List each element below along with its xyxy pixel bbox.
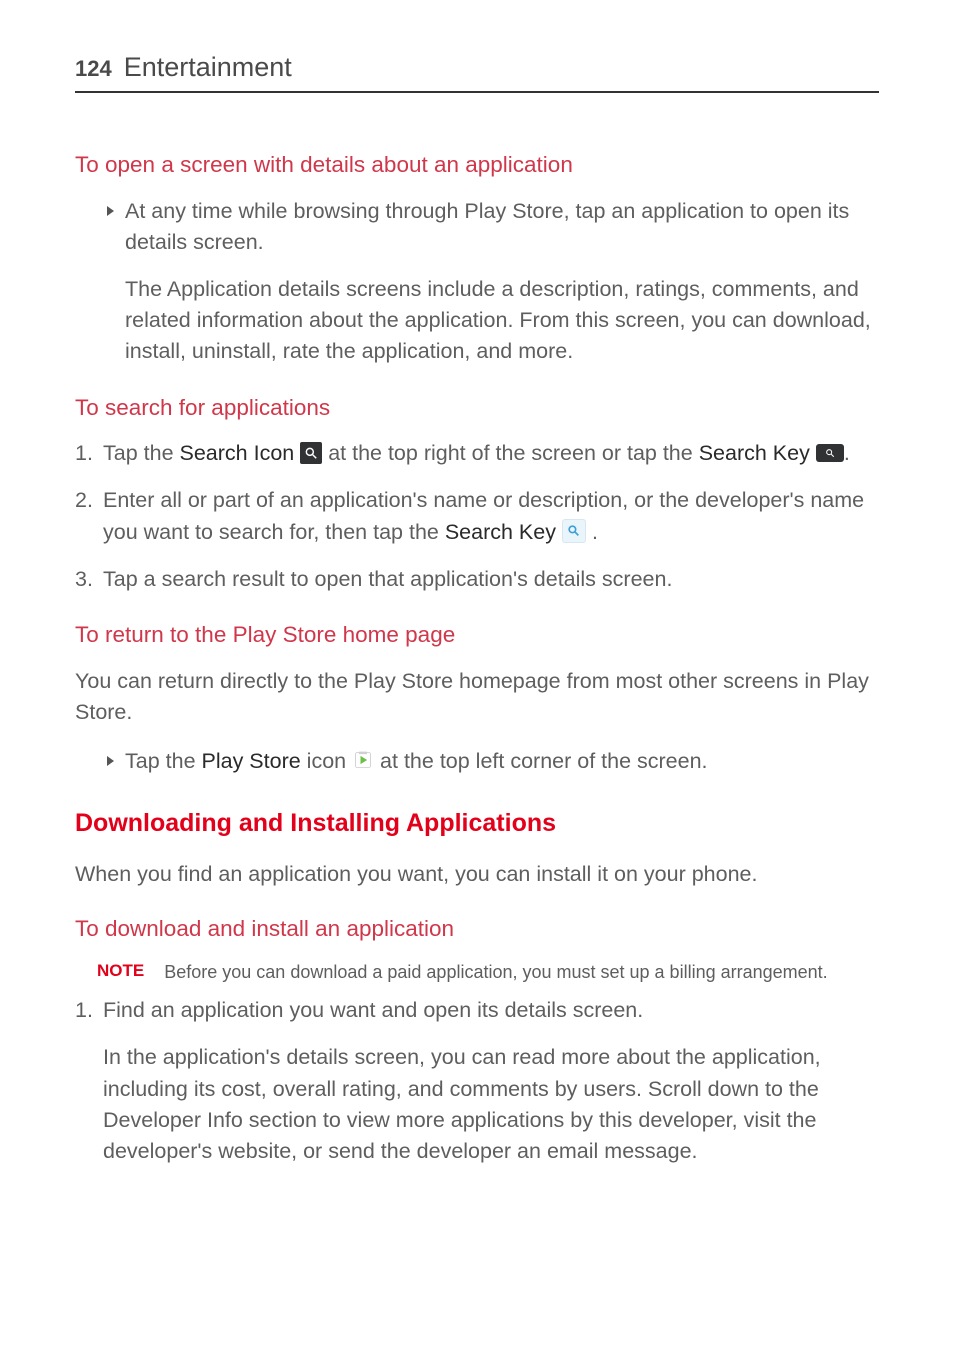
bullet-text: Tap the — [125, 749, 202, 773]
bullet-return-home: Tap the Play Store icon at the top left … — [75, 746, 879, 777]
note-text: Before you can download a paid applicati… — [164, 959, 827, 985]
label-search-key: Search Key — [445, 520, 556, 544]
label-search-icon: Search Icon — [180, 441, 295, 465]
label-search-key: Search Key — [699, 441, 810, 465]
note-row: NOTE Before you can download a paid appl… — [75, 959, 879, 985]
bullet-text: icon — [301, 749, 352, 773]
bullet-text: At any time while browsing through Play … — [125, 199, 849, 254]
bullet-text: at the top left corner of the screen. — [374, 749, 707, 773]
heading-search-apps: To search for applications — [75, 392, 879, 425]
search-step-1: 1. Tap the Search Icon at the top right … — [75, 438, 879, 469]
step-text: at the top right of the screen or tap th… — [322, 441, 698, 465]
heading-downloading-installing: Downloading and Installing Applications — [75, 805, 879, 841]
step-text: Tap a search result to open that applica… — [103, 567, 672, 591]
step-number: 1. — [75, 995, 93, 1026]
search-step-3: 3. Tap a search result to open that appl… — [75, 564, 879, 595]
step-text: Tap the — [103, 441, 180, 465]
heading-return-home: To return to the Play Store home page — [75, 619, 879, 652]
heading-open-details: To open a screen with details about an a… — [75, 149, 879, 182]
para-return-home: You can return directly to the Play Stor… — [75, 666, 879, 728]
play-store-icon — [352, 749, 374, 771]
bullet-open-details: At any time while browsing through Play … — [75, 196, 879, 258]
search-key-blue-icon — [562, 519, 586, 543]
step-number: 2. — [75, 485, 93, 516]
download-step-1: 1. Find an application you want and open… — [75, 995, 879, 1026]
header-rule — [75, 91, 879, 93]
para-open-details-desc: The Application details screens include … — [75, 274, 879, 368]
note-label: NOTE — [97, 959, 144, 985]
heading-to-download: To download and install an application — [75, 913, 879, 946]
para-download-step-1-desc: In the application's details screen, you… — [75, 1042, 879, 1167]
step-text: . — [844, 441, 850, 465]
step-number: 1. — [75, 438, 93, 469]
search-icon — [300, 442, 322, 464]
para-di-intro: When you find an application you want, y… — [75, 859, 879, 890]
label-play-store: Play Store — [202, 749, 301, 773]
step-number: 3. — [75, 564, 93, 595]
bullet-arrow-icon — [107, 206, 114, 216]
bullet-arrow-icon — [107, 756, 114, 766]
search-step-2: 2. Enter all or part of an application's… — [75, 485, 879, 547]
search-key-icon — [816, 444, 844, 462]
step-text: . — [586, 520, 598, 544]
page-header: 124 Entertainment — [75, 48, 879, 87]
section-title: Entertainment — [124, 48, 292, 87]
page-number: 124 — [75, 53, 112, 85]
step-text: Find an application you want and open it… — [103, 998, 643, 1022]
